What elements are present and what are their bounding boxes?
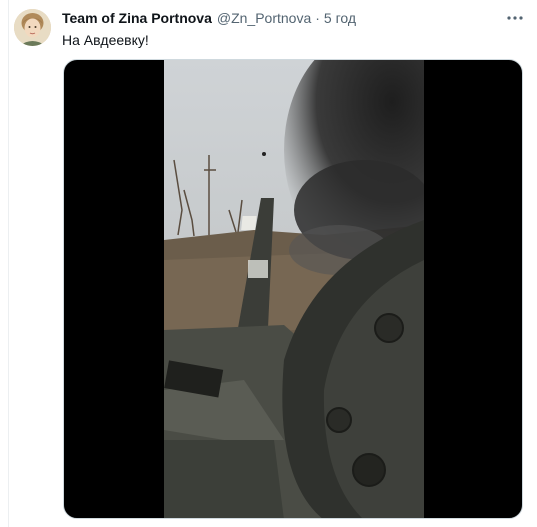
author-name[interactable]: Team of Zina Portnova <box>62 10 212 26</box>
author-handle[interactable]: @Zn_Portnova <box>217 10 311 26</box>
avatar[interactable] <box>14 9 51 46</box>
meta-separator: · <box>315 10 320 26</box>
timeline-divider <box>8 0 9 527</box>
tweet-text: На Авдеевку! <box>62 32 149 48</box>
avatar-portrait <box>14 9 51 46</box>
tweet-timestamp[interactable]: 5 год <box>324 10 356 26</box>
more-options-button[interactable] <box>503 8 527 28</box>
tweet-video[interactable] <box>63 59 523 519</box>
tweet-header: Team of Zina Portnova @Zn_Portnova · 5 г… <box>62 10 356 30</box>
more-horizontal-icon <box>507 16 523 20</box>
tweet[interactable]: Team of Zina Portnova @Zn_Portnova · 5 г… <box>0 0 537 527</box>
video-frame <box>164 60 424 518</box>
